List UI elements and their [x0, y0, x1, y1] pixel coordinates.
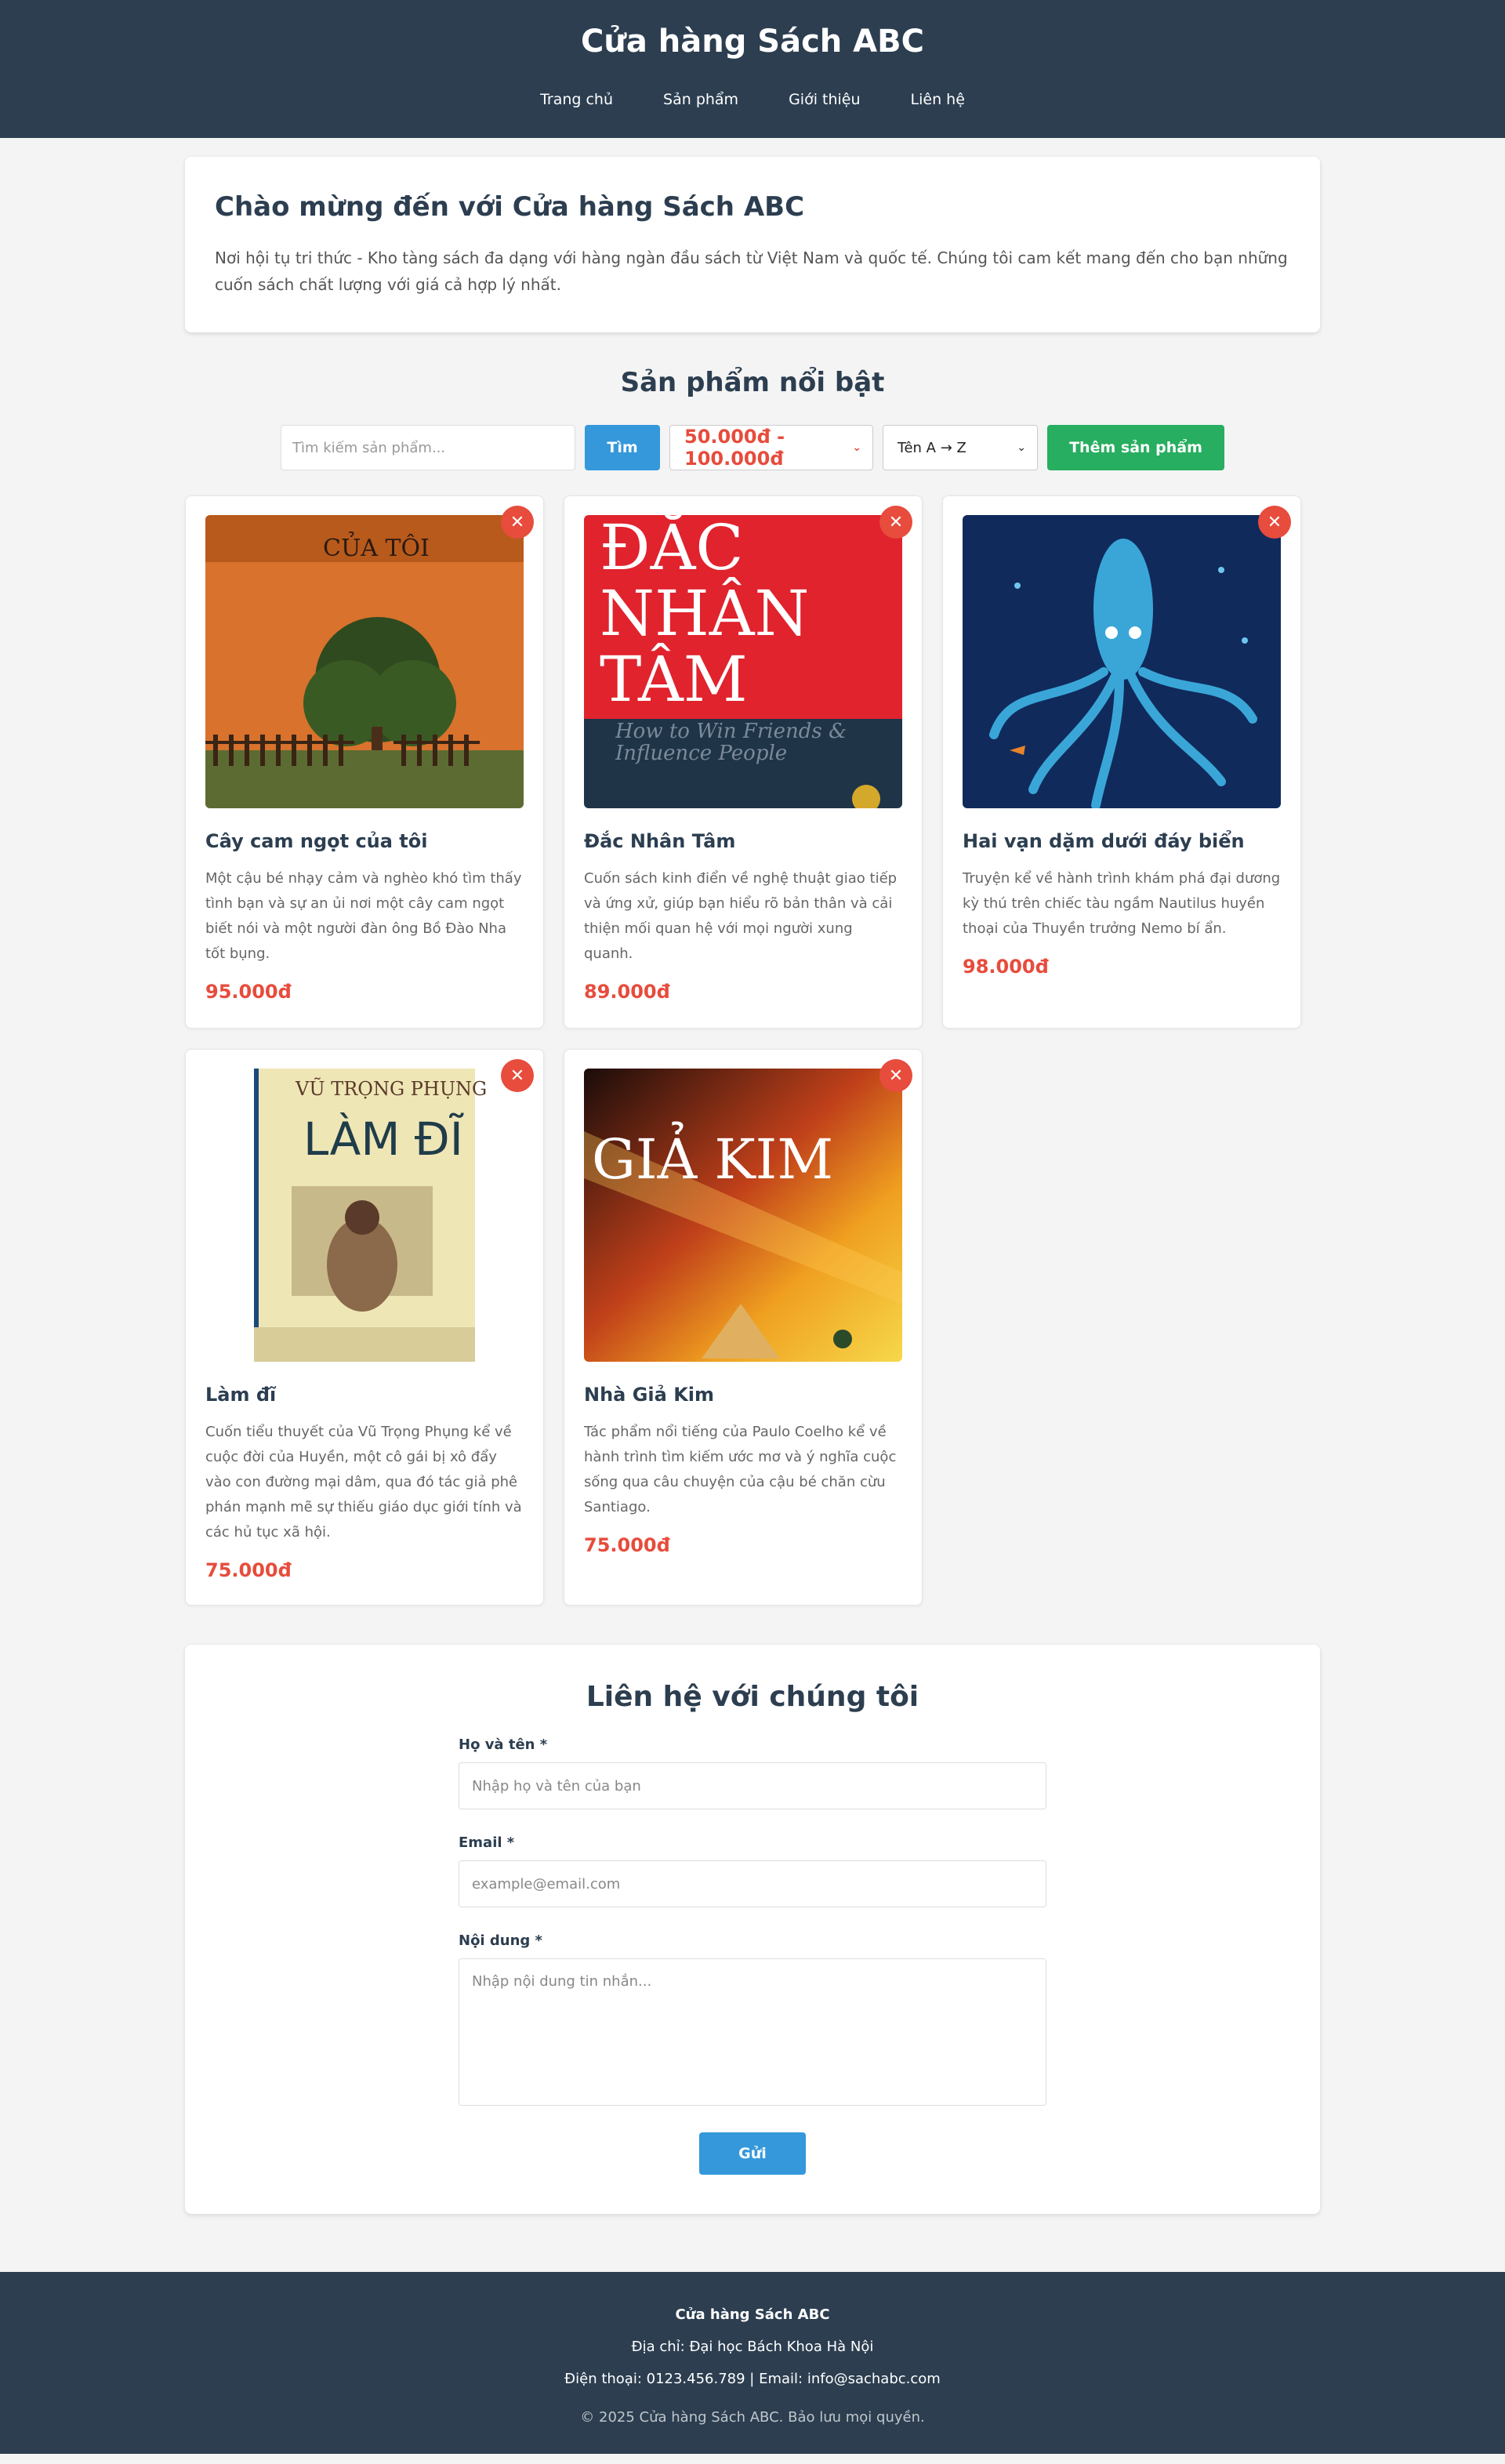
products-title: Sản phẩm nổi bật [620, 367, 885, 398]
product-price: 89.000đ [584, 981, 670, 1003]
cover-author-text: VŨ TRỌNG PHỤNG [295, 1076, 487, 1100]
message-label: Nội dung * [459, 1932, 542, 1949]
product-description: Tác phẩm nổi tiếng của Paulo Coelho kể v… [584, 1424, 897, 1515]
message-textarea[interactable]: Nhập nội dung tin nhắn... [459, 1958, 1046, 2106]
cover-title-text: LÀM ĐĨ [303, 1112, 464, 1166]
cover-title-text: ĐẮC NHÂN TÂM [600, 515, 810, 716]
product-price: 95.000đ [205, 981, 292, 1003]
product-toolbar: Tìm kiếm sản phẩm... Tìm 50.000đ - 100.0… [185, 425, 1320, 470]
book-cover-image: VŨ TRỌNG PHỤNG LÀM ĐĨ [205, 1069, 524, 1362]
site-footer: Cửa hàng Sách ABC Địa chỉ: Đại học Bách … [0, 2272, 1505, 2454]
price-filter-value: 50.000đ - 100.000đ [684, 426, 785, 470]
product-card[interactable]: ✕ Hai vạn dặm dưới đáy biển Truyện kể về… [942, 495, 1301, 1029]
product-description: Cuốn tiểu thuyết của Vũ Trọng Phụng kể v… [205, 1424, 522, 1540]
price-filter-select[interactable]: 50.000đ - 100.000đ ⌄ [669, 425, 873, 470]
product-card[interactable]: ✕ VŨ TRỌNG PHỤNG LÀM ĐĨ Làm đĩ Cuốn tiểu… [185, 1049, 544, 1606]
delete-icon[interactable]: ✕ [879, 506, 912, 539]
product-grid: ✕ CỦA TÔI Cây cam ngọt của tôi Một cậu b… [185, 495, 1320, 1606]
nav-products[interactable]: Sản phẩm [663, 91, 738, 108]
product-price: 75.000đ [584, 1534, 670, 1556]
email-field[interactable]: example@email.com [459, 1860, 1046, 1907]
email-label: Email * [459, 1834, 515, 1851]
welcome-text: Nơi hội tụ tri thức - Kho tàng sách đa d… [215, 249, 1288, 294]
product-description: Truyện kể về hành trình khám phá đại dươ… [963, 870, 1281, 937]
cover-title-text: CỦA TÔI [323, 531, 430, 562]
product-title[interactable]: Hai vạn dặm dưới đáy biển [963, 830, 1281, 852]
delete-icon[interactable]: ✕ [501, 1059, 534, 1092]
search-button[interactable]: Tìm [585, 425, 660, 470]
welcome-title: Chào mừng đến với Cửa hàng Sách ABC [215, 191, 805, 223]
delete-icon[interactable]: ✕ [879, 1059, 912, 1092]
nav-contact[interactable]: Liên hệ [911, 91, 965, 108]
product-title[interactable]: Cây cam ngọt của tôi [205, 830, 524, 852]
footer-copyright: © 2025 Cửa hàng Sách ABC. Bảo lưu mọi qu… [580, 2409, 925, 2426]
footer-title: Cửa hàng Sách ABC [675, 2306, 830, 2323]
site-header: Cửa hàng Sách ABC Trang chủ Sản phẩm Giớ… [0, 0, 1505, 138]
cover-title-text: GIẢ KIM [592, 1122, 833, 1192]
product-description: Một cậu bé nhạy cảm và nghèo khó tìm thấ… [205, 870, 522, 962]
sort-select[interactable]: Tên A → Z ⌄ [883, 425, 1038, 470]
name-label: Họ và tên * [459, 1736, 548, 1753]
chevron-down-icon: ⌄ [852, 441, 861, 454]
name-field[interactable]: Nhập họ và tên của bạn [459, 1762, 1046, 1809]
site-title: Cửa hàng Sách ABC [581, 24, 924, 60]
add-product-button[interactable]: Thêm sản phẩm [1047, 425, 1224, 470]
product-price: 75.000đ [205, 1559, 292, 1581]
main-nav: Trang chủ Sản phẩm Giới thiệu Liên hệ [0, 74, 1505, 108]
welcome-section: Chào mừng đến với Cửa hàng Sách ABC Nơi … [185, 157, 1320, 332]
search-input[interactable]: Tìm kiếm sản phẩm... [281, 425, 575, 470]
book-cover-image: ĐẮC NHÂN TÂM How to Win Friends & Influe… [584, 515, 902, 808]
nav-about[interactable]: Giới thiệu [789, 91, 860, 108]
delete-icon[interactable]: ✕ [1258, 506, 1291, 539]
product-title[interactable]: Làm đĩ [205, 1384, 524, 1406]
sort-value: Tên A → Z [898, 439, 966, 456]
product-card[interactable]: ✕ CỦA TÔI Cây cam ngọt của tôi Một cậu b… [185, 495, 544, 1029]
book-cover-image [963, 515, 1281, 808]
chevron-down-icon: ⌄ [1017, 441, 1026, 454]
footer-contact: Điện thoại: 0123.456.789 | Email: info@s… [564, 2371, 941, 2387]
book-cover-image: GIẢ KIM [584, 1069, 902, 1362]
product-price: 98.000đ [963, 956, 1049, 978]
delete-icon[interactable]: ✕ [501, 506, 534, 539]
product-description: Cuốn sách kinh điển về nghệ thuật giao t… [584, 870, 898, 962]
product-card[interactable]: ✕ GIẢ KIM Nhà Giả Kim Tác phẩm nổi tiếng… [564, 1049, 923, 1606]
contact-title: Liên hệ với chúng tôi [586, 1681, 919, 1713]
footer-address: Địa chỉ: Đại học Bách Khoa Hà Nội [631, 2339, 874, 2355]
contact-form: Họ và tên * Nhập họ và tên của bạn Email… [459, 1736, 1046, 2175]
nav-home[interactable]: Trang chủ [540, 91, 613, 108]
product-title[interactable]: Đắc Nhân Tâm [584, 830, 902, 852]
cover-subtitle-text: How to Win Friends & Influence People [615, 720, 847, 765]
product-card[interactable]: ✕ ĐẮC NHÂN TÂM How to Win Friends & Infl… [564, 495, 923, 1029]
send-button[interactable]: Gửi [699, 2132, 806, 2175]
product-title[interactable]: Nhà Giả Kim [584, 1384, 902, 1406]
contact-section: Liên hệ với chúng tôi Họ và tên * Nhập h… [185, 1645, 1320, 2214]
book-cover-image: CỦA TÔI [205, 515, 524, 808]
